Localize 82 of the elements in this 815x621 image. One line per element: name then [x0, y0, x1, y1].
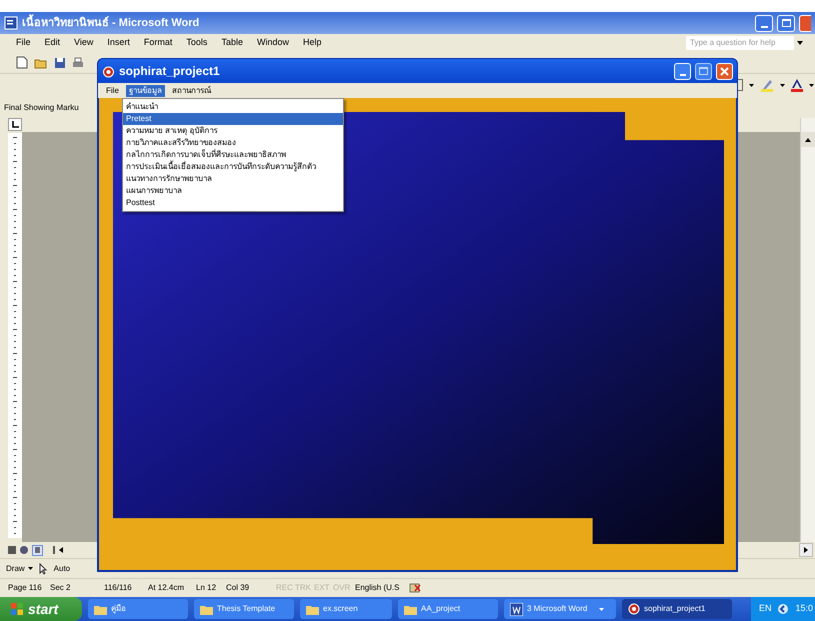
vertical-scrollbar[interactable] — [800, 118, 815, 542]
print-icon[interactable] — [72, 56, 84, 68]
save-icon[interactable] — [54, 56, 66, 68]
menu-item[interactable]: Window — [256, 36, 289, 50]
menu-item[interactable]: ฐานข้อมูล — [126, 84, 165, 96]
taskbar-button[interactable]: Thesis Template — [194, 599, 294, 619]
language-indicator[interactable]: EN — [758, 602, 772, 616]
menu-item[interactable]: กลไกการเกิดการบาดเจ็บที่ศีรษะและพยาธิสภาพ — [123, 149, 343, 161]
menu-item[interactable]: Help — [302, 36, 322, 50]
menu-item[interactable]: Table — [221, 36, 243, 50]
scroll-up-button[interactable] — [801, 132, 815, 147]
markup-dropdown[interactable]: Final Showing Marku — [4, 102, 79, 114]
scroll-right-button[interactable] — [799, 543, 813, 557]
spelling-status-icon[interactable] — [409, 583, 421, 593]
menu-item[interactable]: Edit — [44, 36, 60, 50]
window-title: เนื้อหาวิทยานิพนธ์ - Microsoft Word — [22, 14, 200, 32]
menu-item[interactable]: Tools — [186, 36, 208, 50]
minimize-button[interactable] — [755, 14, 773, 32]
autoshapes-menu[interactable]: Auto — [54, 562, 70, 574]
taskbar-button[interactable]: 3 Microsoft Word — [504, 599, 616, 619]
dropdown-arrow-icon[interactable] — [809, 84, 814, 86]
close-button[interactable] — [799, 14, 811, 32]
windows-logo-icon — [10, 602, 24, 616]
status-text: Col 39 — [226, 582, 250, 594]
dropdown-arrow-icon[interactable] — [797, 41, 803, 45]
app-icon — [628, 603, 640, 615]
maximize-button[interactable] — [777, 14, 795, 32]
close-icon[interactable] — [720, 66, 729, 76]
up-arrow-icon — [805, 138, 811, 142]
status-text: 116/116 — [104, 582, 133, 594]
document-icon — [510, 602, 523, 616]
menu-item[interactable]: แนวทางการรักษาพยาบาล — [123, 173, 343, 185]
web-view-icon[interactable] — [20, 546, 28, 554]
start-button[interactable]: start — [0, 597, 82, 621]
folder-icon — [404, 604, 417, 614]
menu-item[interactable]: สถานการณ์ — [168, 84, 214, 96]
menu-item[interactable]: คำแนะนำ — [123, 101, 343, 113]
right-arrow-icon — [804, 547, 808, 553]
status-text: Sec 2 — [50, 582, 72, 594]
status-text: Ln 12 — [196, 582, 218, 594]
dropdown-arrow-icon[interactable] — [28, 567, 33, 570]
window-title: sophirat_project1 — [119, 63, 220, 80]
minimize-button[interactable] — [674, 62, 691, 80]
menu-item[interactable]: Posttest — [123, 197, 343, 209]
menu-item[interactable]: View — [74, 36, 94, 50]
folder-icon — [200, 604, 213, 614]
print-layout-view-button[interactable] — [32, 544, 43, 556]
menu-item[interactable]: File — [16, 36, 31, 50]
folder-icon — [94, 604, 107, 614]
menu-item[interactable]: Insert — [107, 36, 130, 50]
menu-item[interactable]: Pretest — [123, 113, 343, 125]
dropdown-arrow-icon[interactable] — [780, 84, 785, 86]
network-icon[interactable] — [777, 603, 790, 615]
new-document-icon[interactable] — [16, 56, 28, 69]
status-text: Page 116 — [8, 582, 43, 594]
folder-icon — [306, 604, 319, 614]
font-color-icon[interactable] — [791, 78, 803, 92]
close-button[interactable] — [716, 62, 733, 80]
open-folder-icon[interactable] — [34, 56, 48, 68]
maximize-button[interactable] — [695, 62, 712, 80]
menu-item[interactable]: กายวิภาคและสรีรวิทยาของสมอง — [123, 137, 343, 149]
taskbar-button[interactable]: AA_project — [398, 599, 498, 619]
taskbar-button[interactable]: sophirat_project1 — [622, 599, 732, 619]
dropdown-arrow-icon[interactable] — [749, 84, 754, 86]
tab-selector[interactable] — [8, 118, 22, 131]
document-icon — [4, 16, 18, 30]
menu-item[interactable]: การประเมินเนื้อเยื่อสมองและการบันทึกระดับความรู้สึกตัว — [123, 161, 343, 173]
highlighter-icon[interactable] — [760, 78, 774, 92]
scroll-left-button[interactable] — [59, 547, 63, 553]
app-icon — [102, 64, 115, 78]
status-text: At 12.4cm — [148, 582, 186, 594]
taskbar-button[interactable]: คู่มือ — [88, 599, 188, 619]
cursor-icon[interactable] — [38, 562, 48, 574]
menu-item[interactable]: Format — [144, 36, 172, 50]
clock: 15:0 — [795, 602, 813, 616]
menu-item[interactable]: File — [103, 84, 122, 96]
draw-menu[interactable]: Draw — [6, 562, 25, 574]
left-tab-icon — [12, 121, 18, 128]
menu-item[interactable]: แผนการพยาบาล — [123, 185, 343, 197]
taskbar-button[interactable]: ex.screen — [300, 599, 392, 619]
menu-item[interactable]: ความหมาย สาเหตุ อุบัติการ — [123, 125, 343, 137]
status-text: English (U.S — [355, 582, 400, 594]
